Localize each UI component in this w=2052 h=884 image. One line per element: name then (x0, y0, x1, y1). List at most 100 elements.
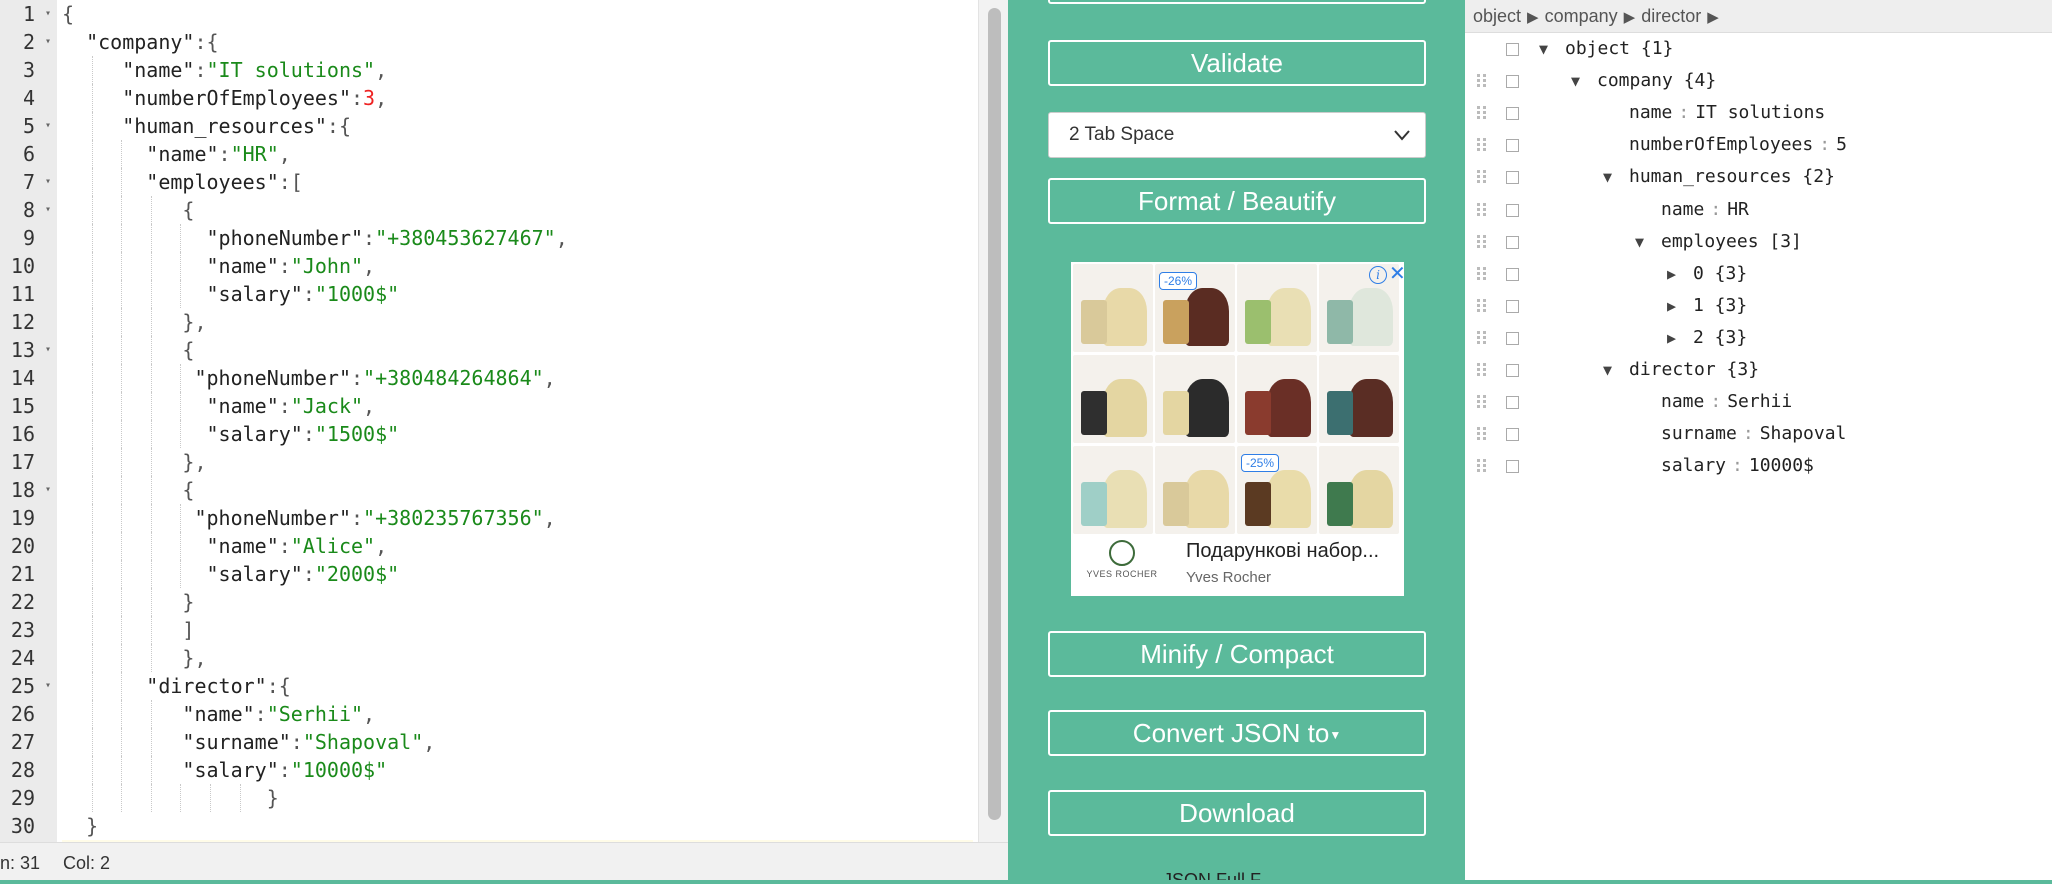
tree-node-value[interactable]: HR (1727, 199, 1749, 220)
code-line[interactable]: "employees":[ (62, 168, 303, 196)
code-line[interactable]: ] (62, 616, 194, 644)
tree-node-label[interactable]: salary:10000$ (1661, 450, 1814, 482)
ad-product-tile[interactable] (1319, 446, 1399, 534)
code-line[interactable]: { (62, 196, 194, 224)
tree-node-label[interactable]: 1 {3} (1693, 290, 1747, 322)
breadcrumb-item[interactable]: object (1473, 6, 1521, 26)
tree-node-value[interactable]: 5 (1836, 134, 1847, 155)
tree-row[interactable]: ▼ employees [3] (1465, 226, 2052, 258)
fold-toggle-icon[interactable]: ▾ (45, 672, 51, 700)
convert-json-button[interactable]: Convert JSON to▼ (1048, 710, 1426, 756)
code-line[interactable]: "name":"Serhii", (62, 700, 375, 728)
tree-node-label[interactable]: name: Serhii (1661, 386, 1792, 418)
download-button[interactable]: Download (1048, 790, 1426, 836)
tree-node-label[interactable]: surname: Shapoval (1661, 418, 1846, 450)
code-line[interactable]: }, (62, 644, 207, 672)
code-line[interactable]: { (62, 476, 194, 504)
expanded-triangle-icon[interactable]: ▼ (1635, 226, 1644, 258)
ad-product-tile[interactable] (1319, 355, 1399, 443)
row-menu-icon[interactable] (1506, 43, 1519, 56)
ad-title[interactable]: Подарункові набор... (1186, 540, 1379, 563)
drag-handle-icon[interactable] (1477, 74, 1487, 88)
tree-node-value[interactable]: IT solutions (1695, 102, 1825, 123)
code-line[interactable]: "numberOfEmployees":3, (62, 84, 387, 112)
code-line[interactable]: }, (62, 448, 207, 476)
code-line[interactable]: { (62, 0, 74, 28)
expanded-triangle-icon[interactable]: ▼ (1603, 354, 1612, 386)
code-area[interactable]: { "company":{ "name":"IT solutions", "nu… (62, 0, 978, 842)
fold-toggle-icon[interactable]: ▾ (45, 28, 51, 56)
upload-button[interactable] (1048, 0, 1426, 4)
drag-handle-icon[interactable] (1477, 298, 1487, 313)
code-line[interactable]: "company":{ (62, 28, 218, 56)
drag-handle-icon[interactable] (1477, 266, 1487, 281)
tree-row[interactable]: ▼ company {4} (1465, 65, 2052, 97)
fold-toggle-icon[interactable]: ▾ (45, 336, 51, 364)
drag-handle-icon[interactable] (1477, 459, 1487, 473)
tree-row[interactable]: name: Serhii (1465, 386, 2052, 418)
tree-node-label[interactable]: employees [3] (1661, 226, 1802, 258)
drag-handle-icon[interactable] (1477, 106, 1487, 120)
ad-product-tile[interactable] (1155, 446, 1235, 534)
code-line[interactable]: "human_resources":{ (62, 112, 351, 140)
breadcrumb-item[interactable]: director (1641, 6, 1701, 26)
minify-compact-button[interactable]: Minify / Compact (1048, 631, 1426, 677)
tree-row[interactable]: ▶ 2 {3} (1465, 322, 2052, 354)
code-line[interactable]: "name":"IT solutions", (62, 56, 387, 84)
tree-node-label[interactable]: object {1} (1565, 33, 1673, 65)
ad-product-tile[interactable] (1319, 264, 1399, 352)
collapsed-triangle-icon[interactable]: ▶ (1667, 290, 1676, 322)
tree-node-label[interactable]: name: HR (1661, 194, 1749, 226)
row-menu-icon[interactable] (1506, 460, 1519, 474)
tree-row[interactable]: ▼ human_resources {2} (1465, 161, 2052, 193)
expanded-triangle-icon[interactable]: ▼ (1571, 65, 1580, 97)
fold-toggle-icon[interactable]: ▾ (45, 476, 51, 504)
row-menu-icon[interactable] (1506, 139, 1519, 153)
tree-node-label[interactable]: name: IT solutions (1629, 97, 1825, 129)
tree-node-label[interactable]: company {4} (1597, 65, 1716, 97)
expanded-triangle-icon[interactable]: ▼ (1603, 161, 1612, 193)
ad-product-tile[interactable] (1237, 264, 1317, 352)
ad-product-tile[interactable] (1155, 355, 1235, 443)
code-line[interactable]: "salary":"1500$" (62, 420, 399, 448)
code-line[interactable]: }, (62, 308, 207, 336)
tree-node-label[interactable]: human_resources {2} (1629, 161, 1835, 193)
editor-scrollbar-thumb[interactable] (988, 8, 1001, 820)
code-line[interactable]: "phoneNumber":"+380453627467", (62, 224, 568, 252)
fold-toggle-icon[interactable]: ▾ (45, 168, 51, 196)
code-line[interactable]: "director":{ (62, 672, 291, 700)
row-menu-icon[interactable] (1506, 267, 1519, 281)
ad-product-tile[interactable] (1073, 264, 1153, 352)
tree-row[interactable]: numberOfEmployees:5 (1465, 129, 2052, 161)
ad-product-tile[interactable]: -26% (1155, 264, 1235, 352)
row-menu-icon[interactable] (1506, 331, 1519, 345)
code-line[interactable]: "phoneNumber":"+380484264864", (62, 364, 556, 392)
tree-row[interactable]: ▼ director {3} (1465, 354, 2052, 386)
row-menu-icon[interactable] (1506, 171, 1519, 185)
code-line[interactable]: { (62, 336, 194, 364)
code-line[interactable]: "salary":"1000$" (62, 280, 399, 308)
tree-node-label[interactable]: director {3} (1629, 354, 1759, 386)
row-menu-icon[interactable] (1506, 299, 1519, 313)
code-line[interactable]: "name":"HR", (62, 140, 291, 168)
ad-product-tile[interactable] (1073, 446, 1153, 534)
ad-product-tile[interactable] (1237, 355, 1317, 443)
collapsed-triangle-icon[interactable]: ▶ (1667, 322, 1676, 354)
format-beautify-button[interactable]: Format / Beautify (1048, 178, 1426, 224)
tree-row[interactable]: ▼ object {1} (1465, 33, 2052, 65)
row-menu-icon[interactable] (1506, 364, 1519, 377)
row-menu-icon[interactable] (1506, 75, 1519, 89)
ad-product-tile[interactable]: -25% (1237, 446, 1317, 534)
row-menu-icon[interactable] (1506, 428, 1519, 442)
ad-info-icon[interactable]: i (1369, 266, 1387, 284)
drag-handle-icon[interactable] (1477, 138, 1487, 152)
drag-handle-icon[interactable] (1477, 427, 1487, 441)
fold-toggle-icon[interactable]: ▾ (45, 112, 51, 140)
indent-select[interactable]: 2 Tab Space (1048, 112, 1426, 158)
row-menu-icon[interactable] (1506, 107, 1519, 121)
tree-row[interactable]: ▶ 1 {3} (1465, 290, 2052, 322)
drag-handle-icon[interactable] (1477, 202, 1487, 217)
tree-row[interactable]: name: HR (1465, 194, 2052, 226)
drag-handle-icon[interactable] (1477, 170, 1487, 184)
editor-scrollbar[interactable] (978, 0, 1008, 842)
